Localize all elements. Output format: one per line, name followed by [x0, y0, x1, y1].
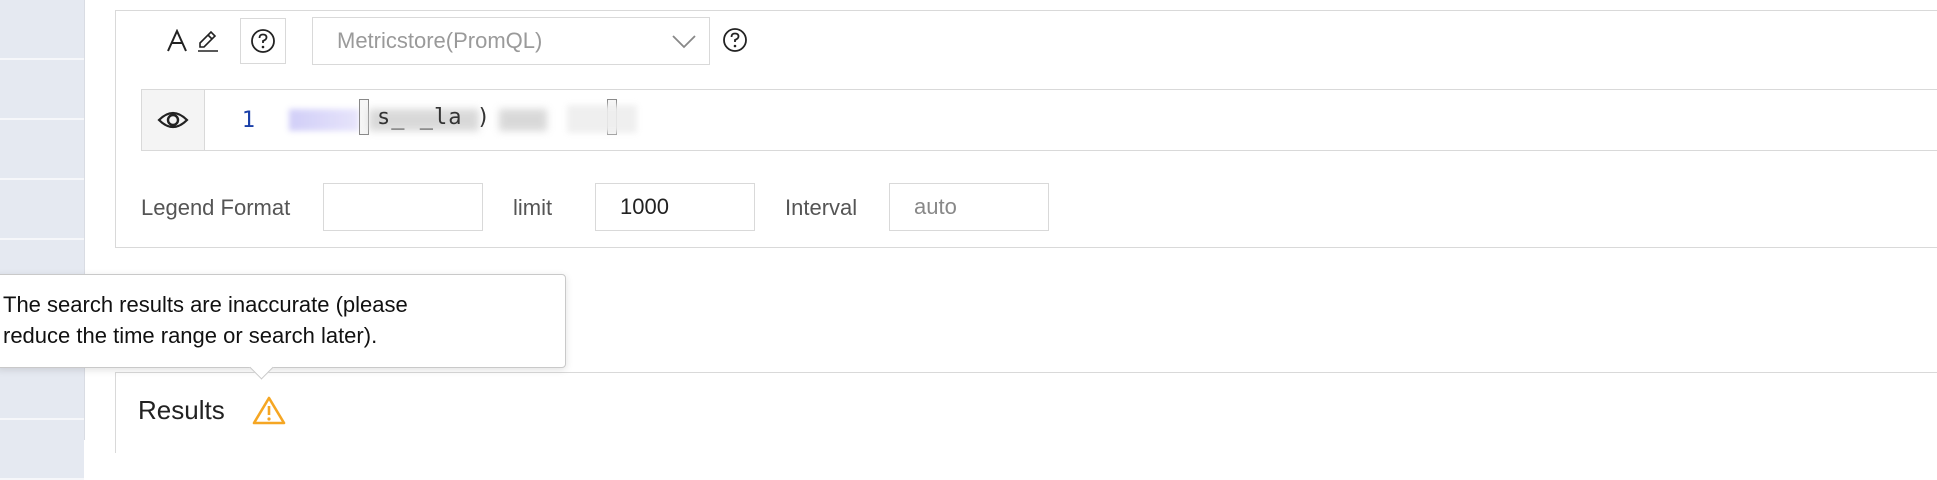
sidebar-item[interactable] [0, 0, 84, 60]
redacted-text [499, 109, 547, 131]
sidebar-item[interactable] [0, 360, 84, 420]
warning-tooltip: The search results are inaccurate (pleas… [0, 274, 566, 380]
tooltip-text-line2: reduce the time range or search later). [3, 323, 378, 348]
text-style-icon[interactable] [162, 25, 192, 57]
query-toolbar: Metricstore(PromQL) [116, 11, 1937, 79]
limit-label: limit [513, 195, 553, 220]
query-visible-text: s_ _la ) [377, 105, 491, 130]
pencil-icon[interactable] [194, 27, 222, 55]
redacted-text [289, 109, 359, 131]
datasource-selected-value: Metricstore(PromQL) [337, 28, 543, 53]
line-number: 1 [241, 107, 255, 133]
query-options-row: Legend Format limit 1000 Interval auto [141, 183, 1141, 231]
eye-icon [157, 111, 189, 129]
toggle-visibility-button[interactable] [141, 89, 205, 151]
results-section: Results [115, 372, 1937, 453]
query-panel: Metricstore(PromQL) 1 s_ _la ) Legend Fo… [115, 10, 1937, 248]
sidebar-item[interactable] [0, 120, 84, 180]
query-text: s_ _la ) [289, 99, 689, 135]
sidebar-item[interactable] [0, 420, 84, 480]
left-sidebar [0, 0, 85, 480]
limit-input[interactable]: 1000 [595, 183, 755, 231]
sidebar-item[interactable] [0, 60, 84, 120]
datasource-select[interactable]: Metricstore(PromQL) [312, 17, 710, 65]
results-title: Results [138, 395, 225, 425]
query-code-editor[interactable]: 1 s_ _la ) [204, 89, 1937, 151]
warning-triangle-icon[interactable] [252, 395, 286, 430]
legend-format-label: Legend Format [141, 195, 291, 220]
help-button[interactable] [240, 18, 286, 64]
bracket-highlight [359, 99, 369, 135]
question-circle-icon [251, 29, 275, 53]
chevron-down-icon [672, 35, 696, 49]
sidebar-item[interactable] [0, 180, 84, 240]
redacted-text [567, 105, 637, 133]
query-editor-row: 1 s_ _la ) [141, 89, 1937, 151]
interval-label: Interval [785, 195, 858, 220]
legend-format-input[interactable] [323, 183, 483, 231]
tooltip-text-line1: The search results are inaccurate (pleas… [3, 292, 408, 317]
datasource-help-icon[interactable] [722, 27, 748, 58]
interval-input[interactable]: auto [889, 183, 1049, 231]
